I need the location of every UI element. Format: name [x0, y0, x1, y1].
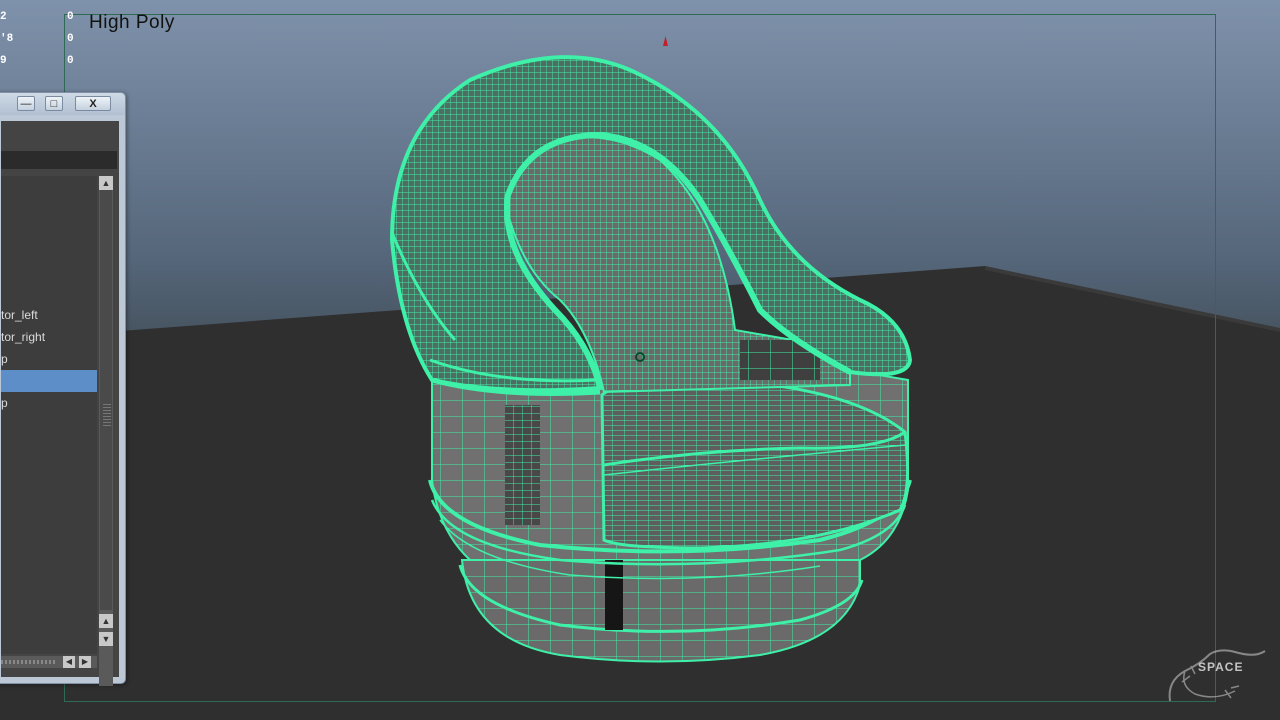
list-item[interactable] — [1, 198, 97, 220]
vertical-scrollbar[interactable]: ▲ ▲ ▼ — [99, 176, 113, 686]
maximize-button[interactable]: □ — [45, 96, 63, 111]
minimize-button[interactable]: — — [17, 96, 35, 111]
watermark-text: SPACE — [1198, 660, 1244, 674]
list-item[interactable]: tor_right — [1, 326, 97, 348]
list-item-selected[interactable] — [1, 370, 97, 392]
arrow-left-icon: ◀ — [65, 657, 73, 666]
outliner-body: tor_left tor_right p p ▲ ▲ ▼ ◀ ▶ — [1, 121, 119, 686]
window-title-bar[interactable]: — □ X — [0, 93, 125, 115]
manipulator-handle-icon[interactable] — [663, 36, 668, 46]
filter-input[interactable] — [1, 151, 117, 169]
arrow-up-icon: ▲ — [101, 616, 111, 626]
arrow-down-icon: ▼ — [101, 634, 111, 644]
list-item[interactable]: p — [1, 392, 97, 414]
scroll-right-button[interactable]: ▶ — [79, 656, 91, 668]
maximize-icon: □ — [50, 98, 58, 110]
list-item[interactable]: p — [1, 348, 97, 370]
scroll-up-button[interactable]: ▲ — [99, 614, 113, 628]
list-item[interactable]: tor_left — [1, 304, 97, 326]
list-item[interactable] — [1, 220, 97, 242]
arrow-up-icon: ▲ — [101, 178, 111, 188]
scroll-track[interactable] — [1, 660, 57, 664]
scroll-thumb[interactable] — [100, 190, 112, 610]
scroll-down-button[interactable]: ▼ — [99, 632, 113, 646]
grip-icon — [103, 404, 111, 426]
chair-wireframe-mesh[interactable] — [0, 0, 1280, 720]
close-button[interactable]: X — [75, 96, 111, 111]
list-item[interactable] — [1, 176, 97, 198]
list-item[interactable] — [1, 242, 97, 264]
scroll-left-button[interactable]: ◀ — [63, 656, 75, 668]
outliner-list[interactable]: tor_left tor_right p p — [1, 176, 97, 654]
outliner-window[interactable]: — □ X tor_left tor_right p p ▲ ▲ ▼ ◀ ▶ — [0, 92, 126, 686]
scroll-up-button[interactable]: ▲ — [99, 176, 113, 190]
gecko-logo-icon — [1168, 649, 1266, 702]
list-item[interactable] — [1, 264, 97, 286]
horizontal-scrollbar[interactable]: ◀ ▶ — [1, 656, 97, 668]
arrow-right-icon: ▶ — [81, 657, 89, 666]
close-icon: X — [89, 98, 97, 110]
minimize-icon: — — [20, 98, 32, 110]
3d-viewport[interactable]: High Poly 2 '8 9 0 0 0 — [0, 0, 1280, 720]
